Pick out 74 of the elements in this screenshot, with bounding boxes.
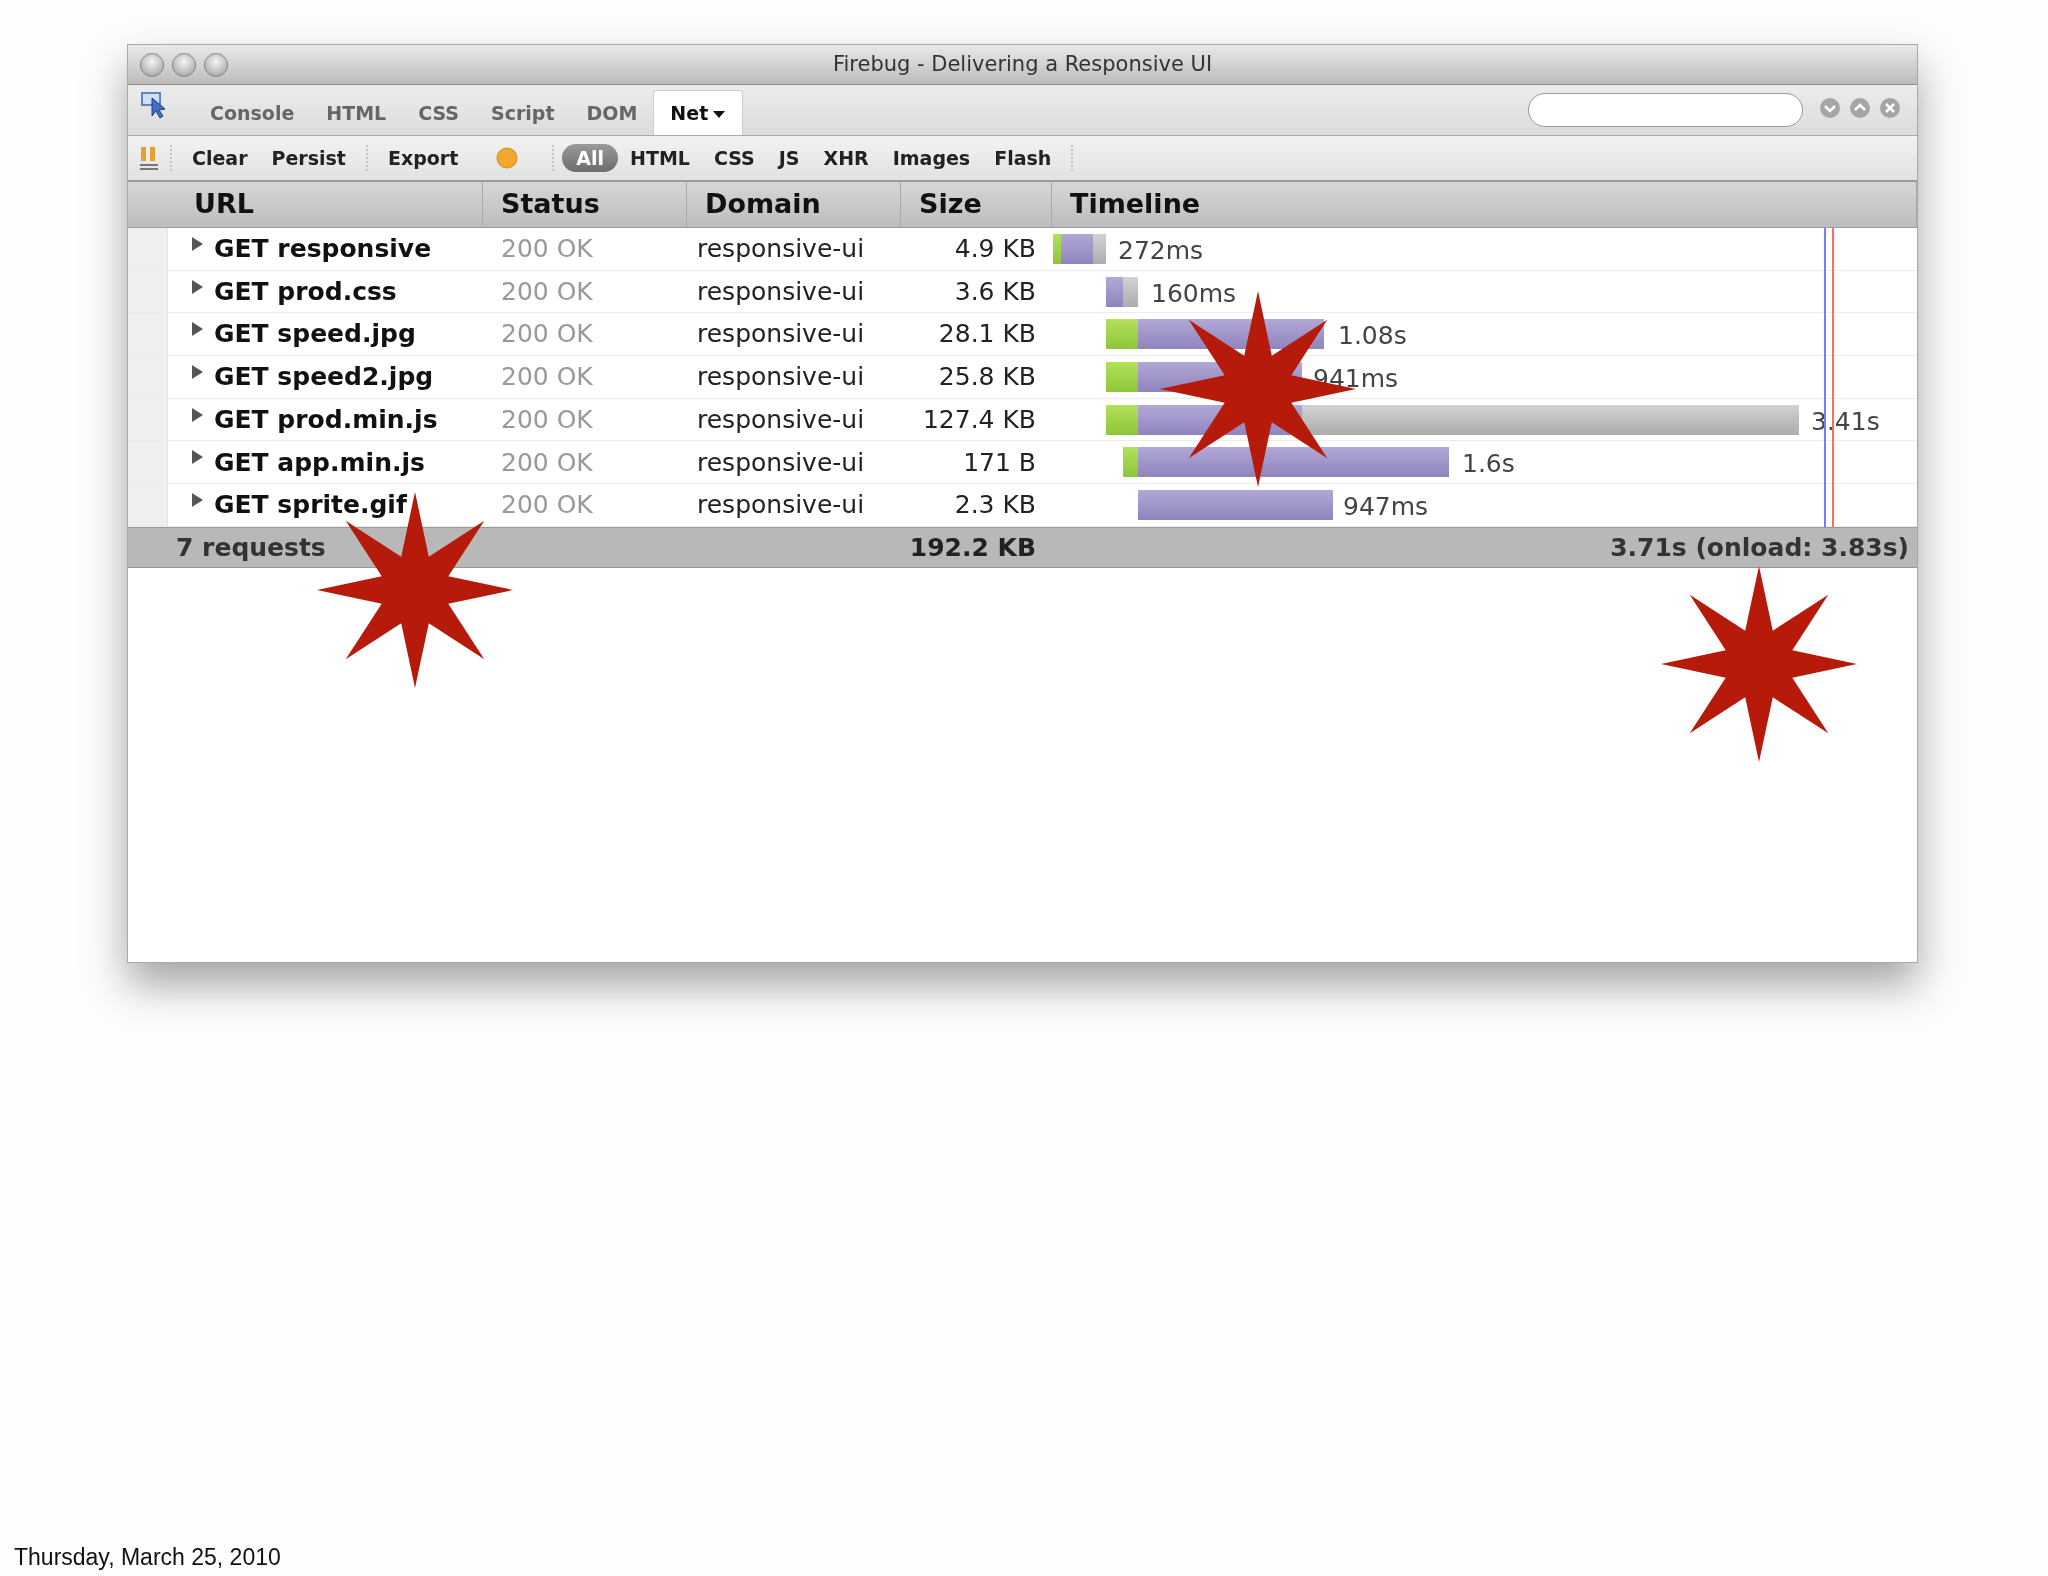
table-cell-text: responsive-ui xyxy=(696,275,866,308)
filter-button[interactable]: All xyxy=(562,143,619,173)
status-dot-icon xyxy=(494,145,521,171)
filter-button[interactable]: XHR xyxy=(811,141,881,175)
table-cell-text: GET speed.jpg xyxy=(214,318,416,351)
column-header[interactable]: Timeline xyxy=(1052,182,1917,227)
table-cell-text: responsive-ui xyxy=(696,489,866,522)
slide-date: Thursday, March 25, 2010 xyxy=(14,1543,281,1572)
window-button[interactable] xyxy=(172,53,196,77)
table-cell-text: 160ms xyxy=(1151,277,1237,310)
table-cell-text: 1.6s xyxy=(1462,448,1515,481)
timing-bar xyxy=(1106,276,1123,307)
window-button[interactable] xyxy=(204,53,228,77)
column-header[interactable]: Size xyxy=(901,182,1052,227)
table-cell-text: responsive-ui xyxy=(696,446,866,479)
table-cell-text: responsive-ui xyxy=(696,233,866,266)
table-cell-text: GET speed2.jpg xyxy=(214,361,434,394)
table-cell-text: 947ms xyxy=(1343,491,1429,524)
table-cell-text: responsive-ui xyxy=(696,403,866,436)
table-cell-text: responsive-ui xyxy=(696,361,866,394)
column-header[interactable]: URL xyxy=(128,182,483,227)
table-cell-text: 200 OK xyxy=(500,403,594,436)
total-time: 3.71s (onload: 3.83s) xyxy=(1610,532,1909,562)
window-title: Firebug - Delivering a Responsive UI xyxy=(832,50,1213,78)
timing-bar xyxy=(1123,276,1138,307)
expand-icon[interactable] xyxy=(190,491,204,508)
expand-icon[interactable] xyxy=(190,449,204,466)
panel-tab[interactable]: CSS xyxy=(402,98,475,135)
expand-icon[interactable] xyxy=(190,406,204,423)
toolbar-button[interactable]: Persist xyxy=(259,141,358,175)
table-cell-text: GET sprite.gif xyxy=(214,489,407,522)
table-cell-text: responsive-ui xyxy=(696,318,866,351)
table-cell-text: 200 OK xyxy=(500,361,594,394)
filter-button[interactable]: HTML xyxy=(618,141,702,175)
table-cell-text: 4.9 KB xyxy=(953,233,1037,266)
panel-tab[interactable]: Console xyxy=(194,98,311,135)
table-cell-text: 1.08s xyxy=(1338,320,1407,353)
caret-icon xyxy=(712,109,727,119)
panel-tab[interactable]: Script xyxy=(475,98,571,135)
table-cell-text: 200 OK xyxy=(500,233,594,266)
table-cell-text: 272ms xyxy=(1118,235,1204,267)
search-field[interactable] xyxy=(1528,93,1803,127)
table-cell-text: 200 OK xyxy=(500,489,594,522)
filter-button[interactable]: CSS xyxy=(701,141,767,175)
filter-button[interactable]: Flash xyxy=(982,141,1064,175)
toolbar-button[interactable]: Export xyxy=(375,141,471,175)
column-header[interactable]: Domain xyxy=(687,182,901,227)
expand-icon[interactable] xyxy=(190,278,204,295)
expand-icon[interactable] xyxy=(190,235,204,252)
panel-tab[interactable]: HTML xyxy=(310,98,403,135)
filter-button[interactable]: Images xyxy=(880,141,983,175)
expand-icon[interactable] xyxy=(190,363,204,380)
expand-icon[interactable] xyxy=(190,321,204,338)
table-cell-text: 127.4 KB xyxy=(921,403,1037,436)
table-cell-text: 3.6 KB xyxy=(953,275,1037,308)
column-header[interactable]: Status xyxy=(483,182,687,227)
toolbar-button[interactable]: Clear xyxy=(180,141,260,175)
total-size: 192.2 KB xyxy=(909,532,1036,562)
table-cell-text: GET prod.css xyxy=(214,275,397,308)
table-cell-text: 200 OK xyxy=(500,275,594,308)
table-cell-text: 200 OK xyxy=(500,446,594,479)
table-cell-text: 28.1 KB xyxy=(937,318,1037,351)
panel-tab[interactable]: DOM xyxy=(570,98,654,135)
table-cell-text: GET prod.min.js xyxy=(214,403,438,436)
window-button[interactable] xyxy=(140,53,164,77)
request-count: 7 requests xyxy=(176,532,326,562)
table-cell-text: GET app.min.js xyxy=(214,446,425,479)
table-cell-text: 2.3 KB xyxy=(953,489,1037,522)
filter-button[interactable]: JS xyxy=(766,141,812,175)
panel-tab[interactable]: Net xyxy=(653,89,744,135)
table-cell-text: 171 B xyxy=(962,446,1037,479)
table-cell-text: GET responsive xyxy=(214,233,432,266)
table-cell-text: 25.8 KB xyxy=(937,361,1037,394)
table-cell-text: 200 OK xyxy=(500,318,594,351)
